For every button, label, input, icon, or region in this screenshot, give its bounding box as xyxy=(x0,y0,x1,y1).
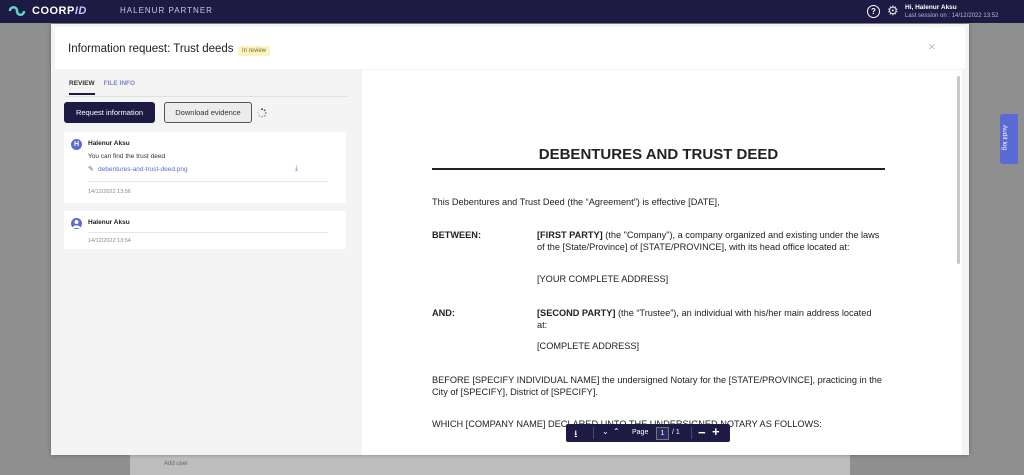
document-viewer[interactable]: DEBENTURES AND TRUST DEED This Debenture… xyxy=(362,70,962,455)
page-total: / 1 xyxy=(672,429,680,436)
viewer-scrollbar[interactable] xyxy=(957,76,960,264)
second-party-address: [COMPLETE ADDRESS] xyxy=(537,341,640,351)
zoom-in-icon[interactable]: + xyxy=(712,424,720,439)
first-party-address: [YOUR COMPLETE ADDRESS] xyxy=(537,274,669,284)
attachment-link[interactable]: debentures-and-trust-deed.png xyxy=(98,166,188,173)
viewer-toolbar: ⭳ ⌄ ⌃ Page 1 / 1 − + xyxy=(566,424,730,442)
request-information-button[interactable]: Request information xyxy=(64,102,155,123)
document-intro: This Debentures and Trust Deed (the “Agr… xyxy=(432,197,720,207)
page-label: Page xyxy=(632,429,649,436)
message-text: You can find the trust deed xyxy=(88,153,166,160)
avatar xyxy=(71,218,82,229)
download-icon[interactable]: ⭳ xyxy=(574,427,578,444)
first-party-clause: [FIRST PARTY] (the "Company"), a company… xyxy=(537,230,880,252)
zoom-out-icon[interactable]: − xyxy=(698,425,706,440)
message-author: Halenur Aksu xyxy=(88,140,130,147)
loading-spinner-icon xyxy=(257,108,267,118)
message-card: Halenur Aksu 14/12/2022 13:54 xyxy=(64,211,346,249)
top-navigation-bar: COORPID HALENUR PARTNER ? ⚙ Hi, Halenur … xyxy=(0,0,1024,23)
logo-text: COORPID xyxy=(32,5,87,17)
panel-tabs: REVIEW FILE INFO xyxy=(69,80,135,95)
modal-header: Information request: Trust deeds In revi… xyxy=(55,27,965,69)
user-greeting[interactable]: Hi, Halenur Aksu xyxy=(905,4,957,11)
message-timestamp: 14/12/2022 13:54 xyxy=(88,238,131,244)
download-attachment-icon[interactable]: ⤓ xyxy=(295,165,298,173)
partner-name: HALENUR PARTNER xyxy=(120,6,213,15)
gear-icon[interactable]: ⚙ xyxy=(887,4,899,18)
document-title: DEBENTURES AND TRUST DEED xyxy=(538,146,779,163)
paperclip-icon: ✎ xyxy=(88,166,94,173)
between-label: BETWEEN: xyxy=(432,230,481,240)
message-card: H Halenur Aksu You can find the trust de… xyxy=(64,132,346,203)
avatar: H xyxy=(71,139,82,150)
logo-icon xyxy=(8,6,26,16)
close-icon[interactable]: × xyxy=(928,39,936,54)
toolbar-separator xyxy=(593,427,594,439)
message-timestamp: 14/12/2022 13:56 xyxy=(88,189,131,195)
status-badge: In review xyxy=(238,46,271,56)
download-evidence-button[interactable]: Download evidence xyxy=(164,102,252,123)
page-number-input[interactable]: 1 xyxy=(656,427,669,440)
user-avatar-icon xyxy=(72,220,81,228)
modal-title: Information request: Trust deeds xyxy=(68,43,234,55)
tab-file-info[interactable]: FILE INFO xyxy=(104,80,135,95)
chevron-down-icon[interactable]: ⌄ xyxy=(602,427,609,436)
message-divider xyxy=(88,232,328,233)
message-divider xyxy=(88,181,328,182)
background-row: Add user xyxy=(130,455,850,475)
second-party-clause: [SECOND PARTY] (the “Trustee”), an indiv… xyxy=(537,308,872,330)
information-request-modal: Information request: Trust deeds In revi… xyxy=(51,24,969,455)
toolbar-separator xyxy=(691,427,692,439)
tab-review[interactable]: REVIEW xyxy=(69,80,95,95)
and-label: AND: xyxy=(432,308,455,318)
tab-divider xyxy=(65,96,347,97)
title-rule xyxy=(432,168,885,170)
audit-log-tab[interactable]: Audit log xyxy=(1000,114,1018,164)
before-clause: BEFORE [SPECIFY INDIVIDUAL NAME] the und… xyxy=(432,375,883,397)
help-icon[interactable]: ? xyxy=(867,5,880,18)
review-panel: REVIEW FILE INFO Request information Dow… xyxy=(56,70,356,455)
app-logo[interactable]: COORPID xyxy=(8,4,87,18)
last-session-info: Last session on : 14/12/2022 13:52 xyxy=(905,13,999,19)
message-author: Halenur Aksu xyxy=(88,219,130,226)
chevron-up-icon[interactable]: ⌃ xyxy=(613,427,620,436)
